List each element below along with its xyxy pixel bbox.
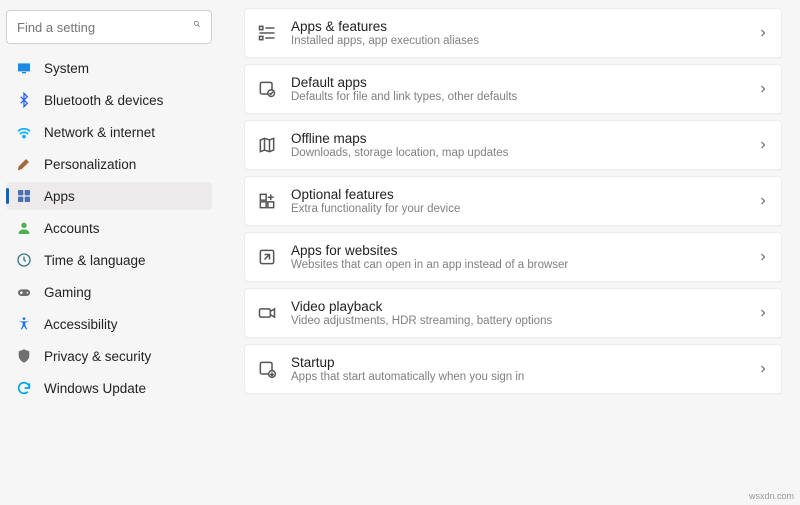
card-subtitle: Websites that can open in an app instead… <box>291 259 743 271</box>
card-title: Default apps <box>291 75 743 90</box>
sidebar-item-label: Accessibility <box>44 317 118 332</box>
time-language-icon <box>16 252 32 268</box>
card-title: Optional features <box>291 187 743 202</box>
sidebar-item-label: Personalization <box>44 157 136 172</box>
card-default-apps[interactable]: Default apps Defaults for file and link … <box>244 64 782 114</box>
sidebar-item-privacy-security[interactable]: Privacy & security <box>6 342 212 370</box>
sidebar-item-label: Accounts <box>44 221 100 236</box>
video-playback-icon <box>257 303 277 323</box>
apps-websites-icon <box>257 247 277 267</box>
card-title: Startup <box>291 355 743 370</box>
sidebar-item-bluetooth-devices[interactable]: Bluetooth & devices <box>6 86 212 114</box>
card-subtitle: Video adjustments, HDR streaming, batter… <box>291 315 743 327</box>
sidebar-item-label: Time & language <box>44 253 146 268</box>
chevron-right-icon <box>757 83 769 95</box>
main-content: Apps & features Installed apps, app exec… <box>220 0 800 505</box>
watermark: wsxdn.com <box>749 491 794 501</box>
card-subtitle: Defaults for file and link types, other … <box>291 91 743 103</box>
apps-icon <box>16 188 32 204</box>
chevron-right-icon <box>757 195 769 207</box>
sidebar-item-label: Windows Update <box>44 381 146 396</box>
sidebar-item-label: Apps <box>44 189 75 204</box>
default-apps-icon <box>257 79 277 99</box>
search-input[interactable] <box>17 20 193 35</box>
bluetooth-icon <box>16 92 32 108</box>
apps-features-icon <box>257 23 277 43</box>
card-texts: Default apps Defaults for file and link … <box>291 75 743 103</box>
windows-update-icon <box>16 380 32 396</box>
chevron-right-icon <box>757 139 769 151</box>
card-texts: Optional features Extra functionality fo… <box>291 187 743 215</box>
card-texts: Apps for websites Websites that can open… <box>291 243 743 271</box>
chevron-right-icon <box>757 363 769 375</box>
sidebar-item-label: Network & internet <box>44 125 155 140</box>
sidebar-item-label: System <box>44 61 89 76</box>
nav-list: System Bluetooth & devices Network & int… <box>6 54 212 402</box>
card-texts: Offline maps Downloads, storage location… <box>291 131 743 159</box>
card-title: Apps & features <box>291 19 743 34</box>
sidebar-item-label: Privacy & security <box>44 349 151 364</box>
sidebar-item-gaming[interactable]: Gaming <box>6 278 212 306</box>
network-icon <box>16 124 32 140</box>
privacy-security-icon <box>16 348 32 364</box>
sidebar-item-network-internet[interactable]: Network & internet <box>6 118 212 146</box>
card-startup[interactable]: Startup Apps that start automatically wh… <box>244 344 782 394</box>
card-texts: Apps & features Installed apps, app exec… <box>291 19 743 47</box>
gaming-icon <box>16 284 32 300</box>
card-subtitle: Apps that start automatically when you s… <box>291 371 743 383</box>
accounts-icon <box>16 220 32 236</box>
sidebar-item-label: Bluetooth & devices <box>44 93 163 108</box>
card-video-playback[interactable]: Video playback Video adjustments, HDR st… <box>244 288 782 338</box>
system-icon <box>16 60 32 76</box>
card-offline-maps[interactable]: Offline maps Downloads, storage location… <box>244 120 782 170</box>
startup-icon <box>257 359 277 379</box>
card-title: Apps for websites <box>291 243 743 258</box>
accessibility-icon <box>16 316 32 332</box>
sidebar: System Bluetooth & devices Network & int… <box>0 0 220 505</box>
sidebar-item-personalization[interactable]: Personalization <box>6 150 212 178</box>
chevron-right-icon <box>757 251 769 263</box>
card-title: Video playback <box>291 299 743 314</box>
card-apps-features[interactable]: Apps & features Installed apps, app exec… <box>244 8 782 58</box>
personalization-icon <box>16 156 32 172</box>
offline-maps-icon <box>257 135 277 155</box>
sidebar-item-apps[interactable]: Apps <box>6 182 212 210</box>
optional-features-icon <box>257 191 277 211</box>
sidebar-item-windows-update[interactable]: Windows Update <box>6 374 212 402</box>
card-apps-for-websites[interactable]: Apps for websites Websites that can open… <box>244 232 782 282</box>
card-subtitle: Installed apps, app execution aliases <box>291 35 743 47</box>
card-texts: Startup Apps that start automatically wh… <box>291 355 743 383</box>
card-subtitle: Extra functionality for your device <box>291 203 743 215</box>
search-icon <box>193 20 201 34</box>
chevron-right-icon <box>757 27 769 39</box>
card-texts: Video playback Video adjustments, HDR st… <box>291 299 743 327</box>
chevron-right-icon <box>757 307 769 319</box>
sidebar-item-accounts[interactable]: Accounts <box>6 214 212 242</box>
sidebar-item-system[interactable]: System <box>6 54 212 82</box>
card-subtitle: Downloads, storage location, map updates <box>291 147 743 159</box>
sidebar-item-label: Gaming <box>44 285 91 300</box>
card-optional-features[interactable]: Optional features Extra functionality fo… <box>244 176 782 226</box>
sidebar-item-accessibility[interactable]: Accessibility <box>6 310 212 338</box>
sidebar-item-time-language[interactable]: Time & language <box>6 246 212 274</box>
search-box[interactable] <box>6 10 212 44</box>
card-title: Offline maps <box>291 131 743 146</box>
